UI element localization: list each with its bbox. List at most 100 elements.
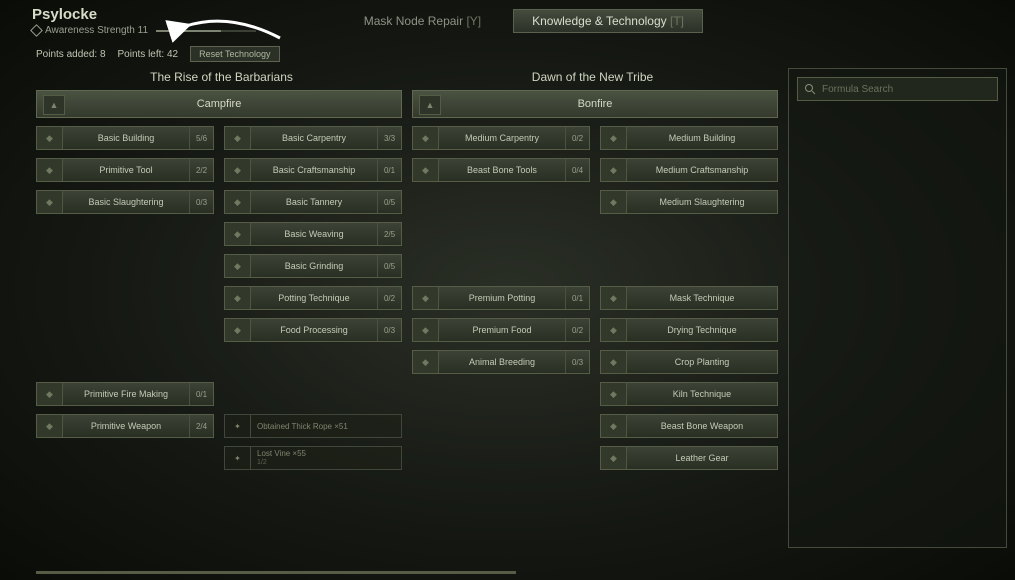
tech-icon: ◆ [601,319,627,341]
search-input[interactable] [822,84,991,95]
tech-progress: 0/2 [565,127,589,149]
tech-label: Primitive Fire Making [63,389,189,399]
tech-node[interactable]: ◆Medium Craftsmanship [600,158,778,182]
tech-progress: 0/2 [377,287,401,309]
workbench-campfire[interactable]: ▲ Campfire [36,90,402,118]
tech-progress: 2/2 [189,159,213,181]
quest-node[interactable]: ✦ Lost Vine ×551/2 [224,446,402,470]
progress-scrollbar[interactable] [36,571,516,574]
tech-label: Basic Carpentry [251,133,377,143]
tech-icon: ◆ [601,159,627,181]
awareness-icon [30,24,43,37]
tech-node[interactable]: ◆Primitive Tool2/2 [36,158,214,182]
tech-node[interactable]: ◆Food Processing0/3 [224,318,402,342]
quest-node[interactable]: ✦Obtained Thick Rope ×51 [224,414,402,438]
tech-icon: ◆ [37,415,63,437]
tech-node[interactable]: ◆Drying Technique [600,318,778,342]
tech-node[interactable]: ◆Basic Tannery0/5 [224,190,402,214]
tech-node[interactable]: ◆Premium Potting0/1 [412,286,590,310]
tech-node[interactable]: ◆Primitive Weapon2/4 [36,414,214,438]
tab-hotkey: [T] [670,14,684,28]
workbench-bonfire[interactable]: ▲ Bonfire [412,90,778,118]
tech-node[interactable]: ◆Basic Weaving2/5 [224,222,402,246]
tech-node[interactable]: ◆Basic Carpentry3/3 [224,126,402,150]
tech-icon: ◆ [37,127,63,149]
search-icon [804,83,816,95]
workbench-label: Campfire [197,98,242,110]
awareness-label: Awareness Strength 11 [45,25,148,36]
tab-knowledge-technology[interactable]: Knowledge & Technology [T] [513,9,703,33]
tech-progress: 0/1 [189,383,213,405]
tech-node[interactable]: ◆Beast Bone Weapon [600,414,778,438]
tech-progress: 0/5 [377,255,401,277]
campfire-icon: ▲ [43,95,65,115]
tech-node[interactable]: ◆Mask Technique [600,286,778,310]
tech-label: Potting Technique [251,293,377,303]
tech-node[interactable]: ◆Animal Breeding0/3 [412,350,590,374]
tech-node[interactable]: ◆Basic Grinding0/5 [224,254,402,278]
tech-label: Kiln Technique [627,389,777,399]
tech-node[interactable]: ◆Crop Planting [600,350,778,374]
tech-progress: 0/3 [189,191,213,213]
tech-label: Crop Planting [627,357,777,367]
tech-label: Beast Bone Weapon [627,421,777,431]
tech-label: Food Processing [251,325,377,335]
tech-node[interactable]: ◆Basic Craftsmanship0/1 [224,158,402,182]
tech-node[interactable]: ◆Basic Slaughtering0/3 [36,190,214,214]
formula-search[interactable] [797,77,998,101]
tech-node[interactable]: ◆Medium Slaughtering [600,190,778,214]
tech-progress: 0/5 [377,191,401,213]
tech-icon: ◆ [413,127,439,149]
tech-label: Basic Grinding [251,261,377,271]
tech-label: Basic Tannery [251,197,377,207]
tech-label: Primitive Tool [63,165,189,175]
tech-progress: 2/5 [377,223,401,245]
tech-label: Basic Slaughtering [63,197,189,207]
tech-progress: 0/2 [565,319,589,341]
tech-node[interactable]: ◆Medium Building [600,126,778,150]
bonfire-icon: ▲ [419,95,441,115]
tech-node[interactable]: ◆Medium Carpentry0/2 [412,126,590,150]
tech-node[interactable]: ◆Potting Technique0/2 [224,286,402,310]
tech-icon: ◆ [225,223,251,245]
tech-node[interactable]: ◆Basic Building5/6 [36,126,214,150]
tech-label: Primitive Weapon [63,421,189,431]
tech-label: Basic Building [63,133,189,143]
tech-icon: ◆ [37,383,63,405]
tech-icon: ◆ [601,127,627,149]
quest-label: Lost Vine ×55 [257,449,395,458]
formula-sidebar [788,68,1007,548]
quest-icon: ✦ [225,415,251,437]
tech-progress: 0/3 [565,351,589,373]
tech-node[interactable]: ◆Beast Bone Tools0/4 [412,158,590,182]
tab-mask-repair[interactable]: Mask Node Repair [Y] [346,10,499,32]
tech-progress: 0/4 [565,159,589,181]
tech-node[interactable]: ◆Premium Food0/2 [412,318,590,342]
age-title-new-tribe: Dawn of the New Tribe [407,68,778,90]
tech-label: Premium Potting [439,293,565,303]
workbench-label: Bonfire [578,98,613,110]
tech-node[interactable]: ◆Primitive Fire Making0/1 [36,382,214,406]
tech-icon: ◆ [601,447,627,469]
tech-label: Basic Weaving [251,229,377,239]
tech-progress: 0/1 [377,159,401,181]
tech-icon: ◆ [225,255,251,277]
tech-label: Mask Technique [627,293,777,303]
tech-label: Basic Craftsmanship [251,165,377,175]
tech-label: Medium Slaughtering [627,197,777,207]
tech-label: Medium Craftsmanship [627,165,777,175]
tech-progress: 0/1 [565,287,589,309]
quest-sub: 1/2 [257,458,395,467]
tech-icon: ◆ [413,287,439,309]
quest-icon: ✦ [225,447,251,469]
tech-icon: ◆ [225,319,251,341]
reset-technology-button[interactable]: Reset Technology [190,46,279,62]
tech-node[interactable]: ◆Kiln Technique [600,382,778,406]
tech-node[interactable]: ◆Leather Gear [600,446,778,470]
tab-label: Knowledge & Technology [532,14,667,28]
tech-icon: ◆ [37,191,63,213]
tech-progress: 3/3 [377,127,401,149]
tech-icon: ◆ [601,415,627,437]
tech-icon: ◆ [225,191,251,213]
tech-icon: ◆ [601,351,627,373]
